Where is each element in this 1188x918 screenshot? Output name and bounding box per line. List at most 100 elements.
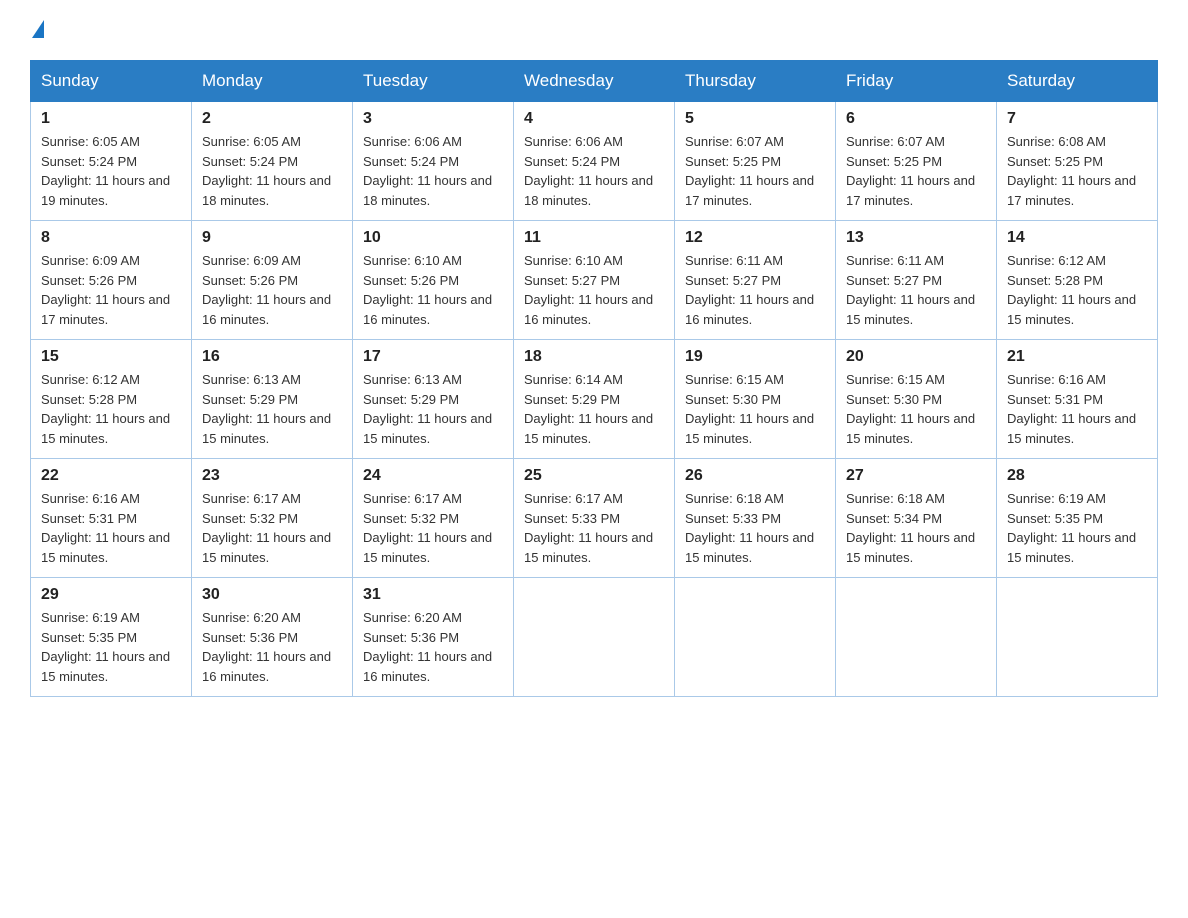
day-info: Sunrise: 6:09 AM Sunset: 5:26 PM Dayligh…	[41, 251, 181, 329]
week-row-5: 29 Sunrise: 6:19 AM Sunset: 5:35 PM Dayl…	[31, 578, 1158, 697]
day-number: 27	[846, 467, 986, 485]
day-number: 23	[202, 467, 342, 485]
day-number: 4	[524, 110, 664, 128]
calendar-table: SundayMondayTuesdayWednesdayThursdayFrid…	[30, 60, 1158, 697]
day-number: 12	[685, 229, 825, 247]
day-info: Sunrise: 6:17 AM Sunset: 5:33 PM Dayligh…	[524, 489, 664, 567]
calendar-cell: 12 Sunrise: 6:11 AM Sunset: 5:27 PM Dayl…	[675, 221, 836, 340]
calendar-cell: 25 Sunrise: 6:17 AM Sunset: 5:33 PM Dayl…	[514, 459, 675, 578]
day-number: 30	[202, 586, 342, 604]
weekday-header-friday: Friday	[836, 61, 997, 102]
day-number: 2	[202, 110, 342, 128]
day-number: 26	[685, 467, 825, 485]
calendar-cell: 20 Sunrise: 6:15 AM Sunset: 5:30 PM Dayl…	[836, 340, 997, 459]
day-info: Sunrise: 6:19 AM Sunset: 5:35 PM Dayligh…	[1007, 489, 1147, 567]
day-number: 9	[202, 229, 342, 247]
calendar-cell: 3 Sunrise: 6:06 AM Sunset: 5:24 PM Dayli…	[353, 102, 514, 221]
day-number: 5	[685, 110, 825, 128]
calendar-cell: 23 Sunrise: 6:17 AM Sunset: 5:32 PM Dayl…	[192, 459, 353, 578]
calendar-cell: 1 Sunrise: 6:05 AM Sunset: 5:24 PM Dayli…	[31, 102, 192, 221]
calendar-cell	[836, 578, 997, 697]
calendar-cell: 13 Sunrise: 6:11 AM Sunset: 5:27 PM Dayl…	[836, 221, 997, 340]
day-info: Sunrise: 6:13 AM Sunset: 5:29 PM Dayligh…	[363, 370, 503, 448]
calendar-cell: 15 Sunrise: 6:12 AM Sunset: 5:28 PM Dayl…	[31, 340, 192, 459]
calendar-cell: 5 Sunrise: 6:07 AM Sunset: 5:25 PM Dayli…	[675, 102, 836, 221]
day-info: Sunrise: 6:19 AM Sunset: 5:35 PM Dayligh…	[41, 608, 181, 686]
day-info: Sunrise: 6:08 AM Sunset: 5:25 PM Dayligh…	[1007, 132, 1147, 210]
day-number: 25	[524, 467, 664, 485]
calendar-cell: 6 Sunrise: 6:07 AM Sunset: 5:25 PM Dayli…	[836, 102, 997, 221]
weekday-header-tuesday: Tuesday	[353, 61, 514, 102]
day-number: 24	[363, 467, 503, 485]
day-number: 1	[41, 110, 181, 128]
day-number: 14	[1007, 229, 1147, 247]
page-header	[30, 20, 1158, 40]
day-info: Sunrise: 6:18 AM Sunset: 5:33 PM Dayligh…	[685, 489, 825, 567]
day-info: Sunrise: 6:10 AM Sunset: 5:26 PM Dayligh…	[363, 251, 503, 329]
weekday-header-row: SundayMondayTuesdayWednesdayThursdayFrid…	[31, 61, 1158, 102]
calendar-cell: 19 Sunrise: 6:15 AM Sunset: 5:30 PM Dayl…	[675, 340, 836, 459]
day-number: 18	[524, 348, 664, 366]
day-number: 28	[1007, 467, 1147, 485]
calendar-cell: 4 Sunrise: 6:06 AM Sunset: 5:24 PM Dayli…	[514, 102, 675, 221]
day-info: Sunrise: 6:09 AM Sunset: 5:26 PM Dayligh…	[202, 251, 342, 329]
weekday-header-thursday: Thursday	[675, 61, 836, 102]
calendar-cell: 18 Sunrise: 6:14 AM Sunset: 5:29 PM Dayl…	[514, 340, 675, 459]
day-info: Sunrise: 6:05 AM Sunset: 5:24 PM Dayligh…	[41, 132, 181, 210]
calendar-cell: 11 Sunrise: 6:10 AM Sunset: 5:27 PM Dayl…	[514, 221, 675, 340]
calendar-cell: 28 Sunrise: 6:19 AM Sunset: 5:35 PM Dayl…	[997, 459, 1158, 578]
day-number: 3	[363, 110, 503, 128]
calendar-cell: 24 Sunrise: 6:17 AM Sunset: 5:32 PM Dayl…	[353, 459, 514, 578]
calendar-cell	[675, 578, 836, 697]
logo-triangle-icon	[32, 20, 44, 38]
day-number: 31	[363, 586, 503, 604]
day-info: Sunrise: 6:15 AM Sunset: 5:30 PM Dayligh…	[685, 370, 825, 448]
day-number: 19	[685, 348, 825, 366]
calendar-cell: 10 Sunrise: 6:10 AM Sunset: 5:26 PM Dayl…	[353, 221, 514, 340]
day-number: 16	[202, 348, 342, 366]
logo	[30, 20, 44, 40]
calendar-cell: 16 Sunrise: 6:13 AM Sunset: 5:29 PM Dayl…	[192, 340, 353, 459]
day-number: 21	[1007, 348, 1147, 366]
day-number: 7	[1007, 110, 1147, 128]
calendar-cell: 8 Sunrise: 6:09 AM Sunset: 5:26 PM Dayli…	[31, 221, 192, 340]
calendar-cell: 21 Sunrise: 6:16 AM Sunset: 5:31 PM Dayl…	[997, 340, 1158, 459]
day-info: Sunrise: 6:16 AM Sunset: 5:31 PM Dayligh…	[41, 489, 181, 567]
day-number: 17	[363, 348, 503, 366]
day-number: 20	[846, 348, 986, 366]
day-info: Sunrise: 6:15 AM Sunset: 5:30 PM Dayligh…	[846, 370, 986, 448]
day-info: Sunrise: 6:20 AM Sunset: 5:36 PM Dayligh…	[202, 608, 342, 686]
day-info: Sunrise: 6:06 AM Sunset: 5:24 PM Dayligh…	[524, 132, 664, 210]
day-info: Sunrise: 6:20 AM Sunset: 5:36 PM Dayligh…	[363, 608, 503, 686]
calendar-cell: 7 Sunrise: 6:08 AM Sunset: 5:25 PM Dayli…	[997, 102, 1158, 221]
calendar-cell	[514, 578, 675, 697]
day-info: Sunrise: 6:11 AM Sunset: 5:27 PM Dayligh…	[685, 251, 825, 329]
week-row-1: 1 Sunrise: 6:05 AM Sunset: 5:24 PM Dayli…	[31, 102, 1158, 221]
weekday-header-saturday: Saturday	[997, 61, 1158, 102]
calendar-cell: 30 Sunrise: 6:20 AM Sunset: 5:36 PM Dayl…	[192, 578, 353, 697]
day-info: Sunrise: 6:07 AM Sunset: 5:25 PM Dayligh…	[685, 132, 825, 210]
calendar-cell: 14 Sunrise: 6:12 AM Sunset: 5:28 PM Dayl…	[997, 221, 1158, 340]
day-info: Sunrise: 6:12 AM Sunset: 5:28 PM Dayligh…	[41, 370, 181, 448]
day-info: Sunrise: 6:18 AM Sunset: 5:34 PM Dayligh…	[846, 489, 986, 567]
day-info: Sunrise: 6:13 AM Sunset: 5:29 PM Dayligh…	[202, 370, 342, 448]
day-number: 8	[41, 229, 181, 247]
day-info: Sunrise: 6:06 AM Sunset: 5:24 PM Dayligh…	[363, 132, 503, 210]
day-number: 22	[41, 467, 181, 485]
day-info: Sunrise: 6:11 AM Sunset: 5:27 PM Dayligh…	[846, 251, 986, 329]
calendar-cell: 9 Sunrise: 6:09 AM Sunset: 5:26 PM Dayli…	[192, 221, 353, 340]
day-number: 11	[524, 229, 664, 247]
day-info: Sunrise: 6:07 AM Sunset: 5:25 PM Dayligh…	[846, 132, 986, 210]
calendar-cell: 26 Sunrise: 6:18 AM Sunset: 5:33 PM Dayl…	[675, 459, 836, 578]
calendar-cell: 2 Sunrise: 6:05 AM Sunset: 5:24 PM Dayli…	[192, 102, 353, 221]
calendar-cell: 31 Sunrise: 6:20 AM Sunset: 5:36 PM Dayl…	[353, 578, 514, 697]
weekday-header-sunday: Sunday	[31, 61, 192, 102]
day-info: Sunrise: 6:14 AM Sunset: 5:29 PM Dayligh…	[524, 370, 664, 448]
day-number: 10	[363, 229, 503, 247]
week-row-2: 8 Sunrise: 6:09 AM Sunset: 5:26 PM Dayli…	[31, 221, 1158, 340]
day-number: 13	[846, 229, 986, 247]
weekday-header-wednesday: Wednesday	[514, 61, 675, 102]
calendar-cell: 22 Sunrise: 6:16 AM Sunset: 5:31 PM Dayl…	[31, 459, 192, 578]
weekday-header-monday: Monday	[192, 61, 353, 102]
day-info: Sunrise: 6:17 AM Sunset: 5:32 PM Dayligh…	[363, 489, 503, 567]
